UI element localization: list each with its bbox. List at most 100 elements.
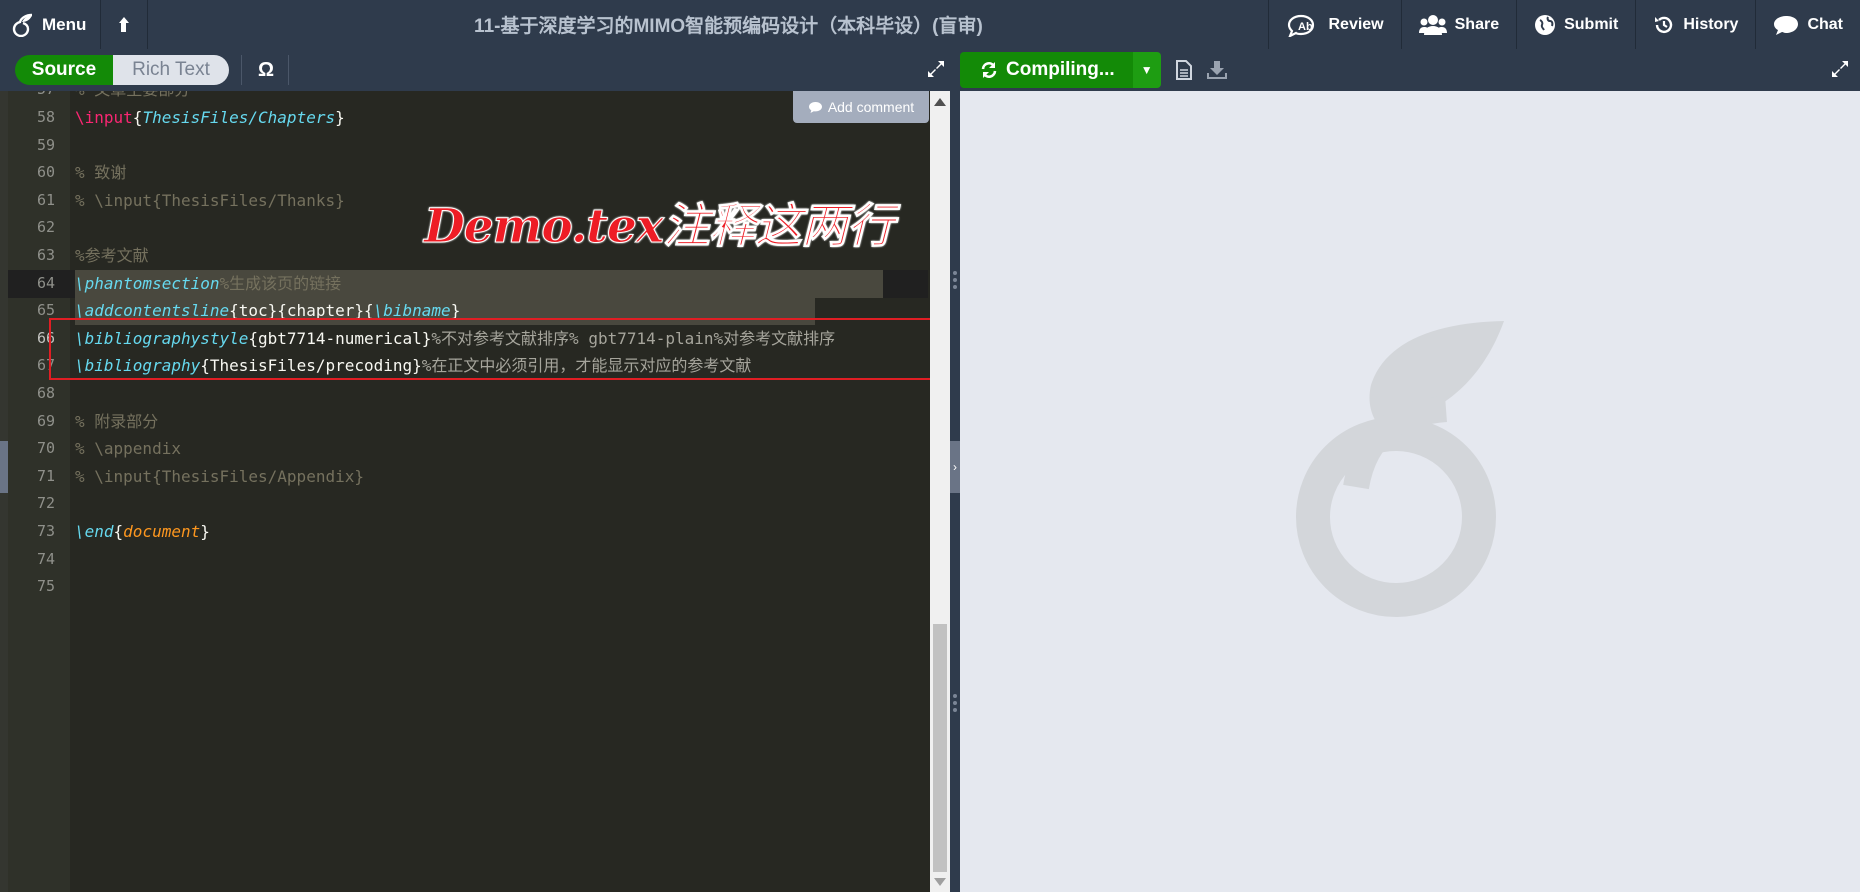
expand-icon [928, 61, 944, 77]
grip-dot [953, 278, 957, 282]
history-icon [1655, 16, 1673, 33]
review-icon: Ab [1288, 14, 1315, 37]
top-bar: Menu 11-基于深度学习的MIMO智能预编码设计（本科毕设）(盲审) Ab … [0, 0, 1860, 49]
pane-resizer[interactable]: › [950, 91, 960, 892]
editor-toolbar: Source Rich Text Ω [0, 49, 956, 91]
chat-label: Chat [1807, 15, 1843, 33]
line-number: 64 [36, 273, 55, 292]
submit-button[interactable]: Submit [1516, 0, 1635, 49]
line-number: 57 [8, 91, 55, 104]
grip-dot [953, 285, 957, 289]
submit-label: Submit [1564, 15, 1619, 33]
review-label: Review [1328, 15, 1384, 33]
share-label: Share [1454, 15, 1500, 33]
recompile-button[interactable]: Compiling... [960, 52, 1133, 88]
brace: { [132, 108, 143, 127]
grip-dot [953, 701, 957, 705]
line-number: 60 [36, 163, 55, 182]
line-number: 63 [36, 246, 55, 264]
line-number: 68 [36, 384, 55, 402]
code-line[interactable]: % 文章主要部分 [75, 91, 190, 104]
history-label: History [1683, 15, 1739, 33]
brace: } [335, 108, 345, 127]
pdf-preview-pane [960, 91, 1860, 892]
latex-command: \phantomsection [75, 273, 220, 293]
file-tree-collapsed-strip [0, 91, 8, 892]
source-mode-button[interactable]: Source [15, 55, 113, 85]
symbol-palette-button[interactable]: Ω [256, 59, 276, 82]
review-button[interactable]: Ab Review [1268, 0, 1400, 49]
code-line[interactable]: \end{document} [75, 518, 210, 546]
chat-icon [1774, 15, 1799, 35]
line-number: 67 [36, 356, 55, 375]
back-to-projects-button[interactable] [101, 0, 147, 49]
menu-label: Menu [42, 14, 87, 34]
caret-down-icon: ▼ [1140, 63, 1153, 77]
latex-argument: ThesisFiles/Chapters [142, 108, 336, 127]
download-pdf-button[interactable] [1206, 61, 1227, 79]
chevron-right-icon: › [953, 460, 957, 474]
line-number: 61 [36, 190, 55, 209]
compile-label: Compiling... [1006, 59, 1115, 80]
separator [288, 55, 289, 85]
brace: } [200, 522, 210, 541]
code-line[interactable]: % \input{ThesisFiles/Appendix} [75, 463, 364, 491]
add-comment-button[interactable]: Add comment [793, 91, 929, 123]
annotation-highlight-box [49, 318, 932, 380]
svg-text:Ab: Ab [1298, 21, 1313, 33]
comment-icon [808, 101, 822, 113]
toggle-preview-button[interactable]: › [950, 441, 960, 493]
scroll-down-arrow-icon[interactable] [934, 878, 946, 886]
overleaf-logo-icon [12, 13, 33, 37]
history-button[interactable]: History [1635, 0, 1755, 49]
line-number: 73 [36, 522, 55, 540]
grip-dot [953, 708, 957, 712]
scrollbar-thumb[interactable] [933, 624, 947, 872]
arrow-up-icon [119, 16, 130, 32]
code-line[interactable]: % 附录部分 [75, 408, 158, 436]
download-icon [1206, 61, 1227, 79]
code-line[interactable]: % 致谢 [75, 159, 126, 187]
code-line[interactable]: \input{ThesisFiles/Chapters} [75, 104, 345, 132]
expand-editor-button[interactable] [926, 59, 946, 84]
overleaf-logo-icon [1296, 321, 1504, 617]
line-number: 75 [36, 577, 55, 596]
rich-text-mode-button[interactable]: Rich Text [113, 55, 229, 85]
view-logs-button[interactable] [1175, 60, 1193, 80]
compile-options-dropdown[interactable]: ▼ [1132, 52, 1161, 88]
compile-control: Compiling... ▼ [960, 52, 1161, 88]
latex-comment: %生成该页的链接 [219, 273, 342, 293]
grip-dot [953, 271, 957, 275]
code-line[interactable]: % \appendix [75, 435, 181, 463]
project-title[interactable]: 11-基于深度学习的MIMO智能预编码设计（本科毕设）(盲审) [148, 11, 1268, 38]
code-line[interactable]: % \input{ThesisFiles/Thanks} [75, 187, 345, 215]
latex-argument: document [123, 522, 201, 541]
annotation-text: Demo.tex注释这两行 [424, 199, 895, 255]
globe-icon [1535, 14, 1556, 35]
expand-icon [1832, 61, 1848, 77]
separator [241, 55, 242, 85]
line-number: 66 [36, 328, 55, 347]
code-line[interactable]: %参考文献 [75, 242, 149, 270]
line-number: 70 [36, 439, 55, 458]
menu-button[interactable]: Menu [0, 0, 100, 49]
line-number: 72 [36, 494, 55, 513]
scroll-up-arrow-icon[interactable] [934, 98, 946, 106]
line-number: 71 [36, 466, 55, 485]
line-number: 69 [36, 411, 55, 430]
preview-toolbar: Compiling... ▼ [956, 49, 1860, 91]
code-line[interactable]: \phantomsection%生成该页的链接 [75, 270, 341, 298]
chat-button[interactable]: Chat [1755, 0, 1860, 49]
grip-dot [953, 694, 957, 698]
expand-preview-button[interactable] [1830, 59, 1850, 84]
line-number: 59 [36, 135, 55, 154]
share-button[interactable]: Share [1400, 0, 1516, 49]
latex-command: \input [75, 108, 133, 127]
add-comment-label: Add comment [827, 99, 915, 115]
code-editor[interactable]: 57% 文章主要部分 58\input{ThesisFiles/Chapters… [0, 91, 956, 892]
editor-scrollbar[interactable] [930, 91, 950, 892]
line-number: 65 [36, 301, 55, 320]
document-icon [1175, 60, 1192, 80]
refresh-icon [981, 62, 997, 78]
expand-file-tree-button[interactable] [0, 441, 8, 493]
